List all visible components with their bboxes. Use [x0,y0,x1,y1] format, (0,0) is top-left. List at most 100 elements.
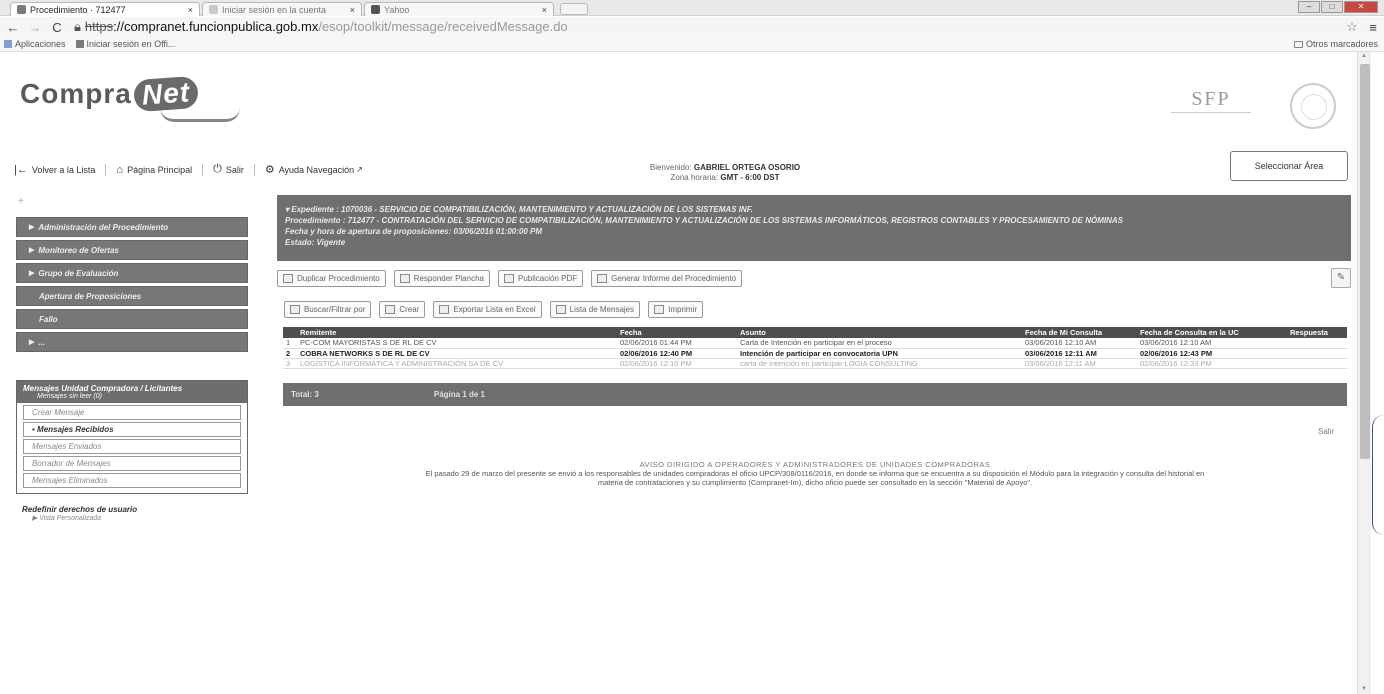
duplicate-button[interactable]: Duplicar Procedimiento [277,269,386,287]
expediente-line[interactable]: ▾ Expediente : 1070036 - SERVICIO DE COM… [285,204,1343,215]
tab-label: Yahoo [384,4,410,15]
help-link[interactable]: ⚙ Ayuda Navegación ↗ [265,163,367,176]
welcome-info: Bienvenido: GABRIEL ORTEGA OSORIO Zona h… [620,163,830,183]
back-arrow-icon[interactable]: ← [4,20,22,35]
report-button[interactable]: Generar Informe del Procedimiento [591,269,743,287]
top-navigation: |← Volver a la Lista ⌂ Página Principal … [14,163,377,176]
tab-close-icon[interactable]: × [350,5,355,15]
browser-tab[interactable]: Yahoo × [364,2,554,16]
tab-close-icon[interactable]: × [188,5,193,15]
column-header-fecha[interactable]: Fecha [617,327,737,338]
create-button[interactable]: Crear [379,300,426,318]
url-host: ://compranet.funcionpublica.gob.mx [113,19,319,34]
custom-view-link[interactable]: ▶ Vista Personalizada [22,514,137,522]
browser-tab[interactable]: Iniciar sesión en la cuenta × [202,2,362,16]
export-excel-button[interactable]: Exportar Lista en Excel [433,300,542,318]
nav-label: Página Principal [127,164,193,175]
browser-menu-icon[interactable]: ≡ [1362,20,1384,35]
sidebar-item-label: Grupo de Evaluación [38,268,119,278]
expand-all-icon[interactable]: + [18,196,24,207]
cell-remitente[interactable]: COBRA NETWORKS S DE RL DE CV [297,348,617,359]
external-link-icon: ↗ [356,165,363,174]
browser-tab-active[interactable]: Procedimiento · 712477 × [10,2,200,16]
tab-close-icon[interactable]: × [542,5,547,15]
exit-link[interactable]: Salir [1318,427,1334,436]
pdf-button[interactable]: Publicación PDF [497,269,584,287]
sidebar-item-grupo-evaluacion[interactable]: ▶ Grupo de Evaluación [16,263,248,283]
bookmark-star-icon[interactable]: ☆ [1342,19,1362,35]
column-header-mi-consulta[interactable]: Fecha de Mi Consulta [1022,327,1137,338]
table-row[interactable]: 2 COBRA NETWORKS S DE RL DE CV 02/06/201… [283,348,1347,359]
redefine-rights[interactable]: Redefinir derechos de usuario ▶ Vista Pe… [22,505,137,522]
draft-messages-link[interactable]: Borrador de Mensajes [23,456,241,471]
table-row[interactable]: 3 LOGÍSTICA INFORMÁTICA Y ADMINISTRACIÓN… [283,358,1347,369]
logout-link[interactable]: ⏻ Salir [213,163,244,176]
back-to-list-link[interactable]: |← Volver a la Lista [14,164,95,176]
reload-icon[interactable]: C [48,20,66,35]
reply-icon [399,273,410,283]
column-header-respuesta[interactable]: Respuesta [1287,327,1347,338]
gear-icon: ⚙ [264,164,275,176]
button-label: Publicación PDF [517,273,578,283]
url-field[interactable]: 🔒︎ https://compranet.funcionpublica.gob.m… [74,19,1342,35]
respond-button[interactable]: Responder Plancha [393,269,490,287]
close-window-icon[interactable]: ✕ [1344,1,1378,13]
forward-arrow-icon[interactable]: → [26,20,44,35]
wrench-icon[interactable]: ✎ [1331,268,1351,288]
message-list-button[interactable]: Lista de Mensajes [549,300,641,318]
nav-label: Ayuda Navegación [278,164,355,175]
home-link[interactable]: ⌂ Página Principal [116,164,192,176]
bookmark-office[interactable]: Iniciar sesión en Offi... [75,39,175,49]
scroll-up-icon[interactable]: ▲ [1361,53,1367,59]
maximize-icon[interactable]: □ [1321,1,1343,13]
sidebar-item-more[interactable]: ▶... [16,332,248,352]
arrow-right-icon: ▶ [29,224,35,231]
scrollbar-thumb[interactable] [1360,64,1370,459]
column-header-asunto[interactable]: Asunto [737,327,1022,338]
create-message-link[interactable]: Crear Mensaje [23,405,241,420]
cell-remitente[interactable]: LOGÍSTICA INFORMÁTICA Y ADMINISTRACIÓN S… [297,358,617,369]
sidebar-item-fallo[interactable]: Fallo [16,309,248,329]
search-icon [290,304,300,314]
welcome-label: Bienvenido: [649,163,692,172]
vertical-scrollbar[interactable]: ▲ ▼ [1357,52,1371,694]
cell-asunto[interactable]: Carta de Intención en participar en el p… [737,338,1022,349]
column-header-remitente[interactable]: Remitente [297,327,617,338]
received-messages-link[interactable]: ▪ Mensajes Recibidos [23,422,241,437]
logo-net-badge: Net [132,75,199,113]
cell-asunto[interactable]: Intención de participar en convocatoria … [737,348,1022,359]
sent-messages-link[interactable]: Mensajes Enviados [23,439,241,454]
copy-icon [283,273,293,283]
column-header-consulta-uc[interactable]: Fecha de Consulta en la UC [1137,327,1287,338]
table-header-row: Remitente Fecha Asunto Fecha de Mi Consu… [283,327,1347,338]
address-bar: ← → C 🔒︎ https://compranet.funcionpublica… [0,17,1384,37]
excel-icon [439,304,450,314]
notice-body: El pasado 29 de marzo del presente se en… [425,469,1205,478]
sidebar-item-administracion[interactable]: ▶ Administración del Procedimiento [16,217,248,237]
search-filter-button[interactable]: Buscar/Filtrar por [284,300,372,318]
cell-remitente[interactable]: PC-COM MAYORISTAS S DE RL DE CV [297,338,617,349]
row-number: 2 [283,348,297,359]
nav-divider [105,163,107,176]
bookmark-apps[interactable]: Aplicaciones [4,39,66,49]
print-button[interactable]: Imprimir [648,300,704,318]
sidebar-item-label: Fallo [39,314,58,324]
table-row[interactable]: 1 PC-COM MAYORISTAS S DE RL DE CV 02/06/… [283,338,1347,349]
select-area-button[interactable]: Seleccionar Área [1230,151,1348,181]
logo-swoosh [160,108,240,122]
messages-title: Mensajes Unidad Compradora / Licitantes [23,384,183,393]
deleted-messages-link[interactable]: Mensajes Eliminados [23,473,241,488]
minimize-icon[interactable]: ‒ [1298,1,1320,13]
sidebar-item-apertura[interactable]: Apertura de Proposiciones [16,286,248,306]
sidebar-item-monitoreo[interactable]: ▶ Monitoreo de Ofertas [16,240,248,260]
sfp-divider [1171,112,1251,113]
bookmark-other[interactable]: Otros marcadores [1293,39,1378,49]
scroll-down-icon[interactable]: ▼ [1361,686,1367,692]
nav-label: Volver a la Lista [31,164,96,175]
procedimiento-line: Procedimiento : 712477 - CONTRATACIÓN DE… [285,216,1123,225]
status-line: Estado: Vigente [285,238,346,247]
cell-consulta-uc: 02/06/2016 12:33 PM [1137,358,1287,369]
cell-asunto[interactable]: carta de intención en participar LOGIA C… [737,358,1022,369]
notice-body: materia de contrataciones y su cumplimie… [597,478,1033,487]
new-tab-button[interactable] [560,3,588,15]
